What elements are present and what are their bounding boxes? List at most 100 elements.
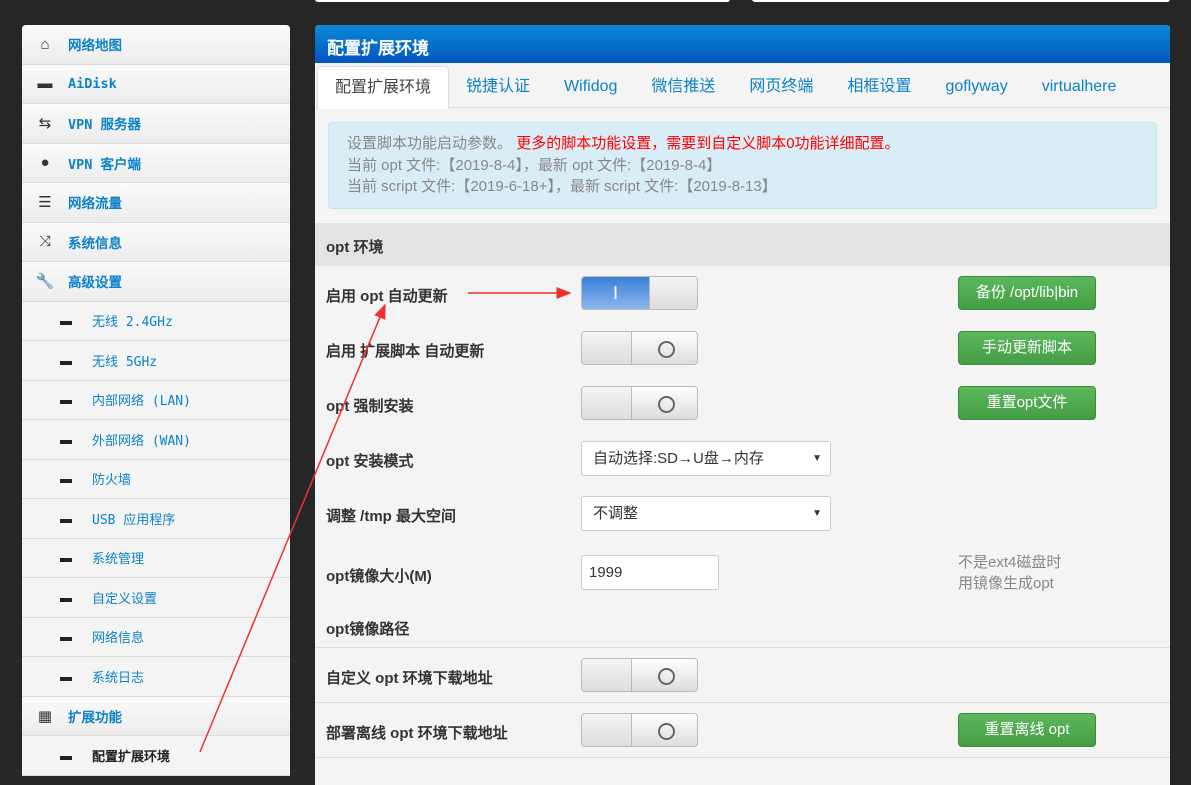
sidebar-item-label: 无线 2.4GHz <box>92 315 173 331</box>
opt-version-text: 当前 opt 文件:【2019-8-4】，最新 opt 文件:【2019-8-4… <box>347 156 722 174</box>
caret-down-icon: ▼ <box>812 508 822 519</box>
sidebar-item-aidisk[interactable]: ▬ AiDisk <box>22 64 290 104</box>
sidebar-subitem-config-env[interactable]: 配置扩展环境 <box>22 736 290 776</box>
sidebar-item-label: AiDisk <box>68 75 117 92</box>
sidebar-item-label: 系统信息 <box>68 235 122 252</box>
script-update-toggle[interactable] <box>581 331 698 365</box>
sidebar-item-label: 配置扩展环境 <box>92 749 171 765</box>
backup-opt-button[interactable]: 备份 /opt/lib|bin <box>958 276 1096 310</box>
alert-warning-text: 更多的脚本功能设置，需要到自定义脚本0功能详细配置。 <box>516 135 900 152</box>
top-panel-edge <box>752 0 1170 2</box>
force-install-toggle[interactable] <box>581 386 698 420</box>
toggle-off-icon <box>658 396 675 413</box>
tab-wechat-push[interactable]: 微信推送 <box>634 66 732 107</box>
custom-url-label: 自定义 opt 环境下载地址 <box>326 670 493 687</box>
toggle-off-icon <box>658 668 675 685</box>
tasks-icon: ☰ <box>38 194 52 212</box>
dash-icon <box>60 597 72 602</box>
note-line: 不是ext4磁盘时 <box>958 554 1062 571</box>
sidebar-item-label: 系统日志 <box>92 670 145 686</box>
hdd-icon: ▬ <box>37 75 53 93</box>
sidebar-item-vpn-server[interactable]: ⇆ VPN 服务器 <box>22 104 290 144</box>
sidebar-item-label: 网络流量 <box>68 196 122 213</box>
main-panel: 配置扩展环境 配置扩展环境 锐捷认证 Wifidog 微信推送 网页终端 相框设… <box>315 25 1170 785</box>
tab-ruijie[interactable]: 锐捷认证 <box>449 66 547 107</box>
install-mode-select[interactable]: 自动选择:SD→U盘→内存 ▼ <box>581 441 831 476</box>
sidebar-item-vpn-client[interactable]: ● VPN 客户端 <box>22 143 290 183</box>
caret-down-icon: ▼ <box>812 453 822 464</box>
sidebar-item-label: 系统管理 <box>92 552 145 568</box>
sidebar-item-label: 内部网络 (LAN) <box>92 394 191 410</box>
sidebar-item-label: 自定义设置 <box>92 591 158 607</box>
sidebar-item-label: 无线 5GHz <box>92 354 158 370</box>
auto-update-label: 启用 opt 自动更新 <box>326 288 448 305</box>
retweet-icon: ⇆ <box>38 115 52 133</box>
panel-title: 配置扩展环境 <box>315 25 1170 63</box>
dash-icon <box>60 755 72 760</box>
tab-web-terminal[interactable]: 网页终端 <box>732 66 830 107</box>
sidebar-subitem-firewall[interactable]: 防火墙 <box>22 459 290 499</box>
sidebar-subitem-admin[interactable]: 系统管理 <box>22 538 290 578</box>
install-mode-label: opt 安装模式 <box>326 453 414 470</box>
sidebar-subitem-syslog[interactable]: 系统日志 <box>22 657 290 697</box>
auto-update-toggle[interactable]: I <box>581 276 698 310</box>
tab-config-env[interactable]: 配置扩展环境 <box>317 66 450 109</box>
sidebar: ⌂ 网络地图 ▬ AiDisk ⇆ VPN 服务器 ● VPN 客户端 ☰ 网络流量 ⤨ 系… <box>22 25 290 776</box>
image-path-label: opt镜像路径 <box>326 621 410 638</box>
dash-icon <box>60 479 72 484</box>
tab-bar: 配置扩展环境 锐捷认证 Wifidog 微信推送 网页终端 相框设置 gofly… <box>315 63 1170 109</box>
dash-icon <box>60 321 72 326</box>
note-line: 用镜像生成opt <box>958 575 1054 592</box>
toggle-off-icon <box>658 341 675 358</box>
sidebar-item-label: USB 应用程序 <box>92 512 176 528</box>
tab-virtualhere[interactable]: virtualhere <box>1025 66 1134 107</box>
sidebar-item-label: 网络地图 <box>68 38 122 55</box>
sidebar-subitem-custom[interactable]: 自定义设置 <box>22 578 290 618</box>
dash-icon <box>60 439 72 444</box>
globe-icon: ● <box>40 154 50 172</box>
tab-photo-frame[interactable]: 相框设置 <box>830 66 928 107</box>
top-panel-edge <box>315 0 730 2</box>
update-script-button[interactable]: 手动更新脚本 <box>958 331 1096 365</box>
select-value: 不调整 <box>593 505 639 522</box>
toggle-off-icon <box>658 723 675 740</box>
sidebar-subitem-lan[interactable]: 内部网络 (LAN) <box>22 380 290 420</box>
reset-opt-button[interactable]: 重置opt文件 <box>958 386 1096 420</box>
sidebar-item-system-info[interactable]: ⤨ 系统信息 <box>22 222 290 262</box>
toggle-knob <box>582 332 632 364</box>
sidebar-subitem-wan[interactable]: 外部网络 (WAN) <box>22 420 290 460</box>
offline-label: 部署离线 opt 环境下载地址 <box>326 725 508 742</box>
sidebar-item-traffic[interactable]: ☰ 网络流量 <box>22 183 290 223</box>
script-version-text: 当前 script 文件:【2019-6-18+】，最新 script 文件:【… <box>347 178 777 195</box>
grid-icon: ▦ <box>37 707 53 725</box>
sidebar-subitem-wireless-5[interactable]: 无线 5GHz <box>22 341 290 381</box>
sidebar-item-extensions[interactable]: ▦ 扩展功能 <box>22 696 290 736</box>
dash-icon <box>60 518 72 523</box>
sidebar-subitem-wireless-24[interactable]: 无线 2.4GHz <box>22 301 290 341</box>
reset-offline-opt-button[interactable]: 重置离线 opt <box>958 713 1096 747</box>
sidebar-subitem-netinfo[interactable]: 网络信息 <box>22 617 290 657</box>
toggle-knob <box>582 659 632 691</box>
sidebar-item-network-map[interactable]: ⌂ 网络地图 <box>22 25 290 65</box>
dash-icon <box>60 558 72 563</box>
tmp-size-select[interactable]: 不调整 ▼ <box>581 496 831 531</box>
sidebar-item-label: 扩展功能 <box>68 709 122 726</box>
image-size-input[interactable]: 1999 <box>581 555 719 590</box>
alert-text: 设置脚本功能启动参数。 <box>347 135 513 152</box>
tab-goflyway[interactable]: goflyway <box>928 66 1024 107</box>
toggle-on-indicator: I <box>582 277 649 309</box>
divider <box>315 647 1170 648</box>
dash-icon <box>60 637 72 642</box>
tmp-size-label: 调整 /tmp 最大空间 <box>326 508 456 525</box>
offline-toggle[interactable] <box>581 713 698 747</box>
sidebar-item-label: 外部网络 (WAN) <box>92 433 191 449</box>
sidebar-item-label: VPN 服务器 <box>68 117 142 134</box>
info-alert: 设置脚本功能启动参数。 更多的脚本功能设置，需要到自定义脚本0功能详细配置。 当… <box>328 122 1157 209</box>
sidebar-subitem-usb[interactable]: USB 应用程序 <box>22 499 290 539</box>
sidebar-item-advanced[interactable]: 🔧 高级设置 <box>22 262 290 302</box>
dash-icon <box>60 676 72 681</box>
sidebar-item-label: 高级设置 <box>68 275 122 292</box>
script-update-label: 启用 扩展脚本 自动更新 <box>326 343 485 360</box>
tab-wifidog[interactable]: Wifidog <box>547 66 634 107</box>
custom-url-toggle[interactable] <box>581 658 698 692</box>
